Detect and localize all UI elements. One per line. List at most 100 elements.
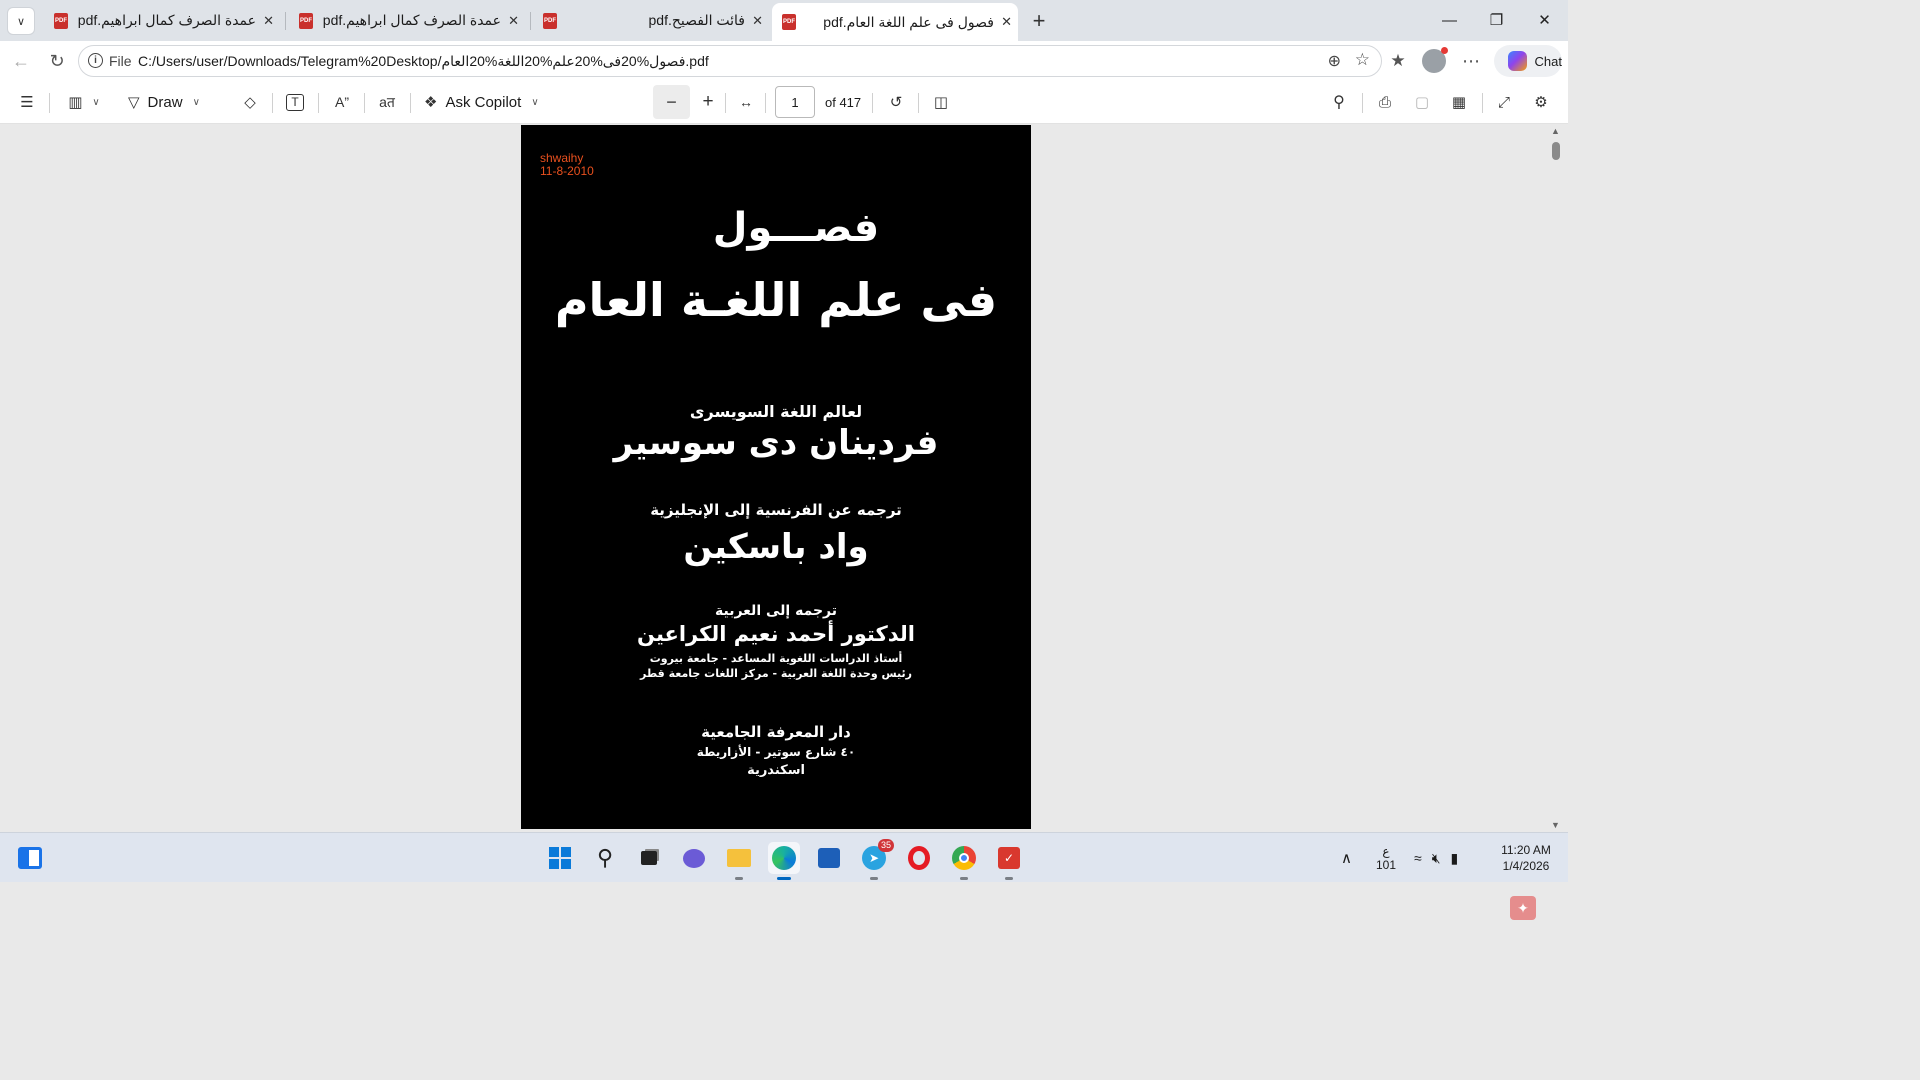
input-language-indicator[interactable]: ع 101	[1372, 833, 1400, 883]
back-button[interactable]: ←	[7, 47, 35, 75]
find-button[interactable]: ⚲	[1327, 89, 1351, 115]
opera-button[interactable]	[903, 842, 935, 874]
notification-dot	[1441, 47, 1448, 54]
translate-button[interactable]: aत	[374, 89, 400, 115]
tab-1[interactable]: PDF عمدة الصرف كمال ابراهيم.pdf ✕	[44, 4, 280, 37]
scrollbar-thumb[interactable]	[1552, 142, 1560, 160]
chevron-down-icon[interactable]: ∨	[193, 97, 200, 108]
telegram-button[interactable]: ➤ 35	[858, 839, 894, 880]
show-hidden-icons-button[interactable]: ∧	[1341, 833, 1352, 883]
toolbar-separator	[1482, 93, 1483, 113]
chevron-down-icon: ∨	[16, 15, 26, 28]
close-icon[interactable]: ✕	[263, 13, 274, 29]
settings-and-more-button[interactable]: ⋯	[1457, 47, 1485, 75]
profile-avatar[interactable]	[1422, 47, 1448, 73]
book-title-line1: فصـــول	[712, 205, 880, 251]
pdf-app-button[interactable]: ✓	[993, 842, 1025, 880]
folder-icon	[727, 849, 751, 867]
edge-icon	[772, 846, 796, 870]
refresh-button[interactable]: ↻	[43, 47, 71, 75]
scroll-up-arrow-icon[interactable]: ▲	[1551, 126, 1560, 136]
minimize-button[interactable]: —	[1426, 0, 1473, 40]
fit-width-icon: ↔	[739, 94, 753, 110]
save-button[interactable]: ▢	[1410, 89, 1434, 115]
toolbar-separator	[872, 93, 873, 113]
chat-app-button[interactable]	[678, 842, 710, 874]
translate-icon: aत	[379, 93, 395, 110]
zoom-in-button[interactable]: +	[696, 89, 720, 115]
widgets-button[interactable]	[14, 842, 46, 874]
restore-button[interactable]: ❐	[1473, 0, 1520, 40]
favorites-button[interactable]: ★	[1384, 47, 1412, 75]
chevron-up-icon: ∧	[1341, 850, 1352, 867]
chrome-icon	[952, 846, 976, 870]
stamp-date: 11-8-2010	[540, 164, 594, 178]
document-viewer[interactable]: shwaihy 11-8-2010 فصـــول فى علم اللغـة …	[0, 124, 1568, 920]
language-code: 101	[1375, 858, 1397, 872]
acrobat-icon[interactable]: ✦	[1510, 896, 1536, 920]
zoom-out-button[interactable]: −	[653, 85, 690, 119]
info-icon[interactable]: i	[88, 53, 103, 68]
page-number-input[interactable]: 1	[775, 86, 815, 118]
full-screen-button[interactable]: ⤢	[1492, 89, 1516, 115]
plus-icon: +	[1032, 8, 1046, 33]
favorites-star-list-icon: ★	[1390, 51, 1406, 70]
search-icon: ⚲	[596, 845, 614, 870]
system-clock[interactable]: 11:20 AM 1/4/2026	[1490, 842, 1562, 874]
read-aloud-icon: A”	[335, 94, 349, 110]
copilot-outline-icon: ❖	[424, 94, 438, 111]
running-indicator	[777, 877, 791, 880]
zoom-out-icon[interactable]: ⊕	[1328, 51, 1341, 71]
read-aloud-button[interactable]: A”	[329, 89, 355, 115]
translator-role-1: أستاذ الدراسات اللغوية المساعد - جامعة ب…	[649, 652, 903, 665]
ask-copilot-button[interactable]: ❖ Ask Copilot ∨	[424, 89, 539, 115]
translator-name: واد باسكين	[683, 527, 869, 567]
close-icon[interactable]: ✕	[752, 13, 763, 29]
highlight-button[interactable]: ▥ ∨	[60, 89, 108, 115]
chrome-button[interactable]	[948, 842, 980, 880]
new-tab-button[interactable]: +	[1026, 8, 1052, 34]
fit-to-width-button[interactable]: ↔	[734, 89, 758, 115]
print-button[interactable]: ⎙	[1373, 89, 1397, 115]
expand-icon: ⤢	[1497, 93, 1510, 111]
file-explorer-button[interactable]	[723, 842, 755, 880]
draw-button[interactable]: ▽ Draw ∨	[128, 89, 200, 115]
tab-2[interactable]: PDF عمدة الصرف كمال ابراهيم.pdf ✕	[289, 4, 525, 37]
address-bar[interactable]: i File C:/Users/user/Downloads/Telegram%…	[78, 45, 1382, 77]
edge-button[interactable]	[768, 842, 800, 880]
store-button[interactable]	[813, 842, 845, 874]
quick-settings-button[interactable]: ≈ 🔇︎ ▮	[1414, 833, 1458, 883]
erase-button[interactable]: ◇	[238, 89, 262, 115]
close-window-button[interactable]: ✕	[1521, 0, 1568, 40]
task-view-button[interactable]	[633, 842, 665, 874]
close-icon[interactable]: ✕	[508, 13, 519, 29]
chevron-down-icon[interactable]: ∨	[531, 97, 538, 108]
contents-button[interactable]: ☰	[14, 89, 40, 115]
close-icon[interactable]: ✕	[1001, 14, 1012, 30]
tab-3[interactable]: PDF فائت الفصيح.pdf ✕	[533, 4, 769, 37]
add-favorite-star-icon[interactable]: ☆	[1355, 50, 1370, 70]
tab-4-active[interactable]: PDF فصول فى علم اللغة العام.pdf ✕	[772, 3, 1018, 41]
pdf-settings-button[interactable]: ⚙	[1529, 89, 1553, 115]
close-icon: ✕	[1538, 12, 1551, 29]
tab-actions-menu-button[interactable]: ∨	[7, 7, 35, 35]
scroll-down-arrow-icon[interactable]: ▼	[1551, 820, 1560, 830]
page-view-button[interactable]: ◫	[929, 89, 953, 115]
task-view-icon	[641, 851, 657, 865]
search-button[interactable]: ⚲	[589, 842, 621, 874]
battery-icon: ▮	[1450, 849, 1459, 866]
start-button[interactable]	[544, 842, 576, 874]
chat-label: Chat	[1534, 53, 1562, 69]
tab-separator	[285, 12, 286, 30]
add-text-button[interactable]: T	[283, 89, 307, 115]
vertical-scrollbar[interactable]: ▲ ▼	[1549, 124, 1563, 832]
copilot-chat-button[interactable]: Chat	[1494, 45, 1562, 77]
pdf-icon: PDF	[54, 12, 68, 29]
rotate-button[interactable]: ↺	[884, 89, 908, 115]
save-as-button[interactable]: ▦	[1447, 89, 1471, 115]
url-text[interactable]: C:/Users/user/Downloads/Telegram%20Deskt…	[138, 53, 709, 70]
book-title-line2: فى علم اللغـة العام	[554, 273, 998, 327]
publisher-city: اسكندرية	[747, 763, 805, 778]
toolbar-separator	[272, 93, 273, 113]
chevron-down-icon[interactable]: ∨	[92, 97, 99, 108]
